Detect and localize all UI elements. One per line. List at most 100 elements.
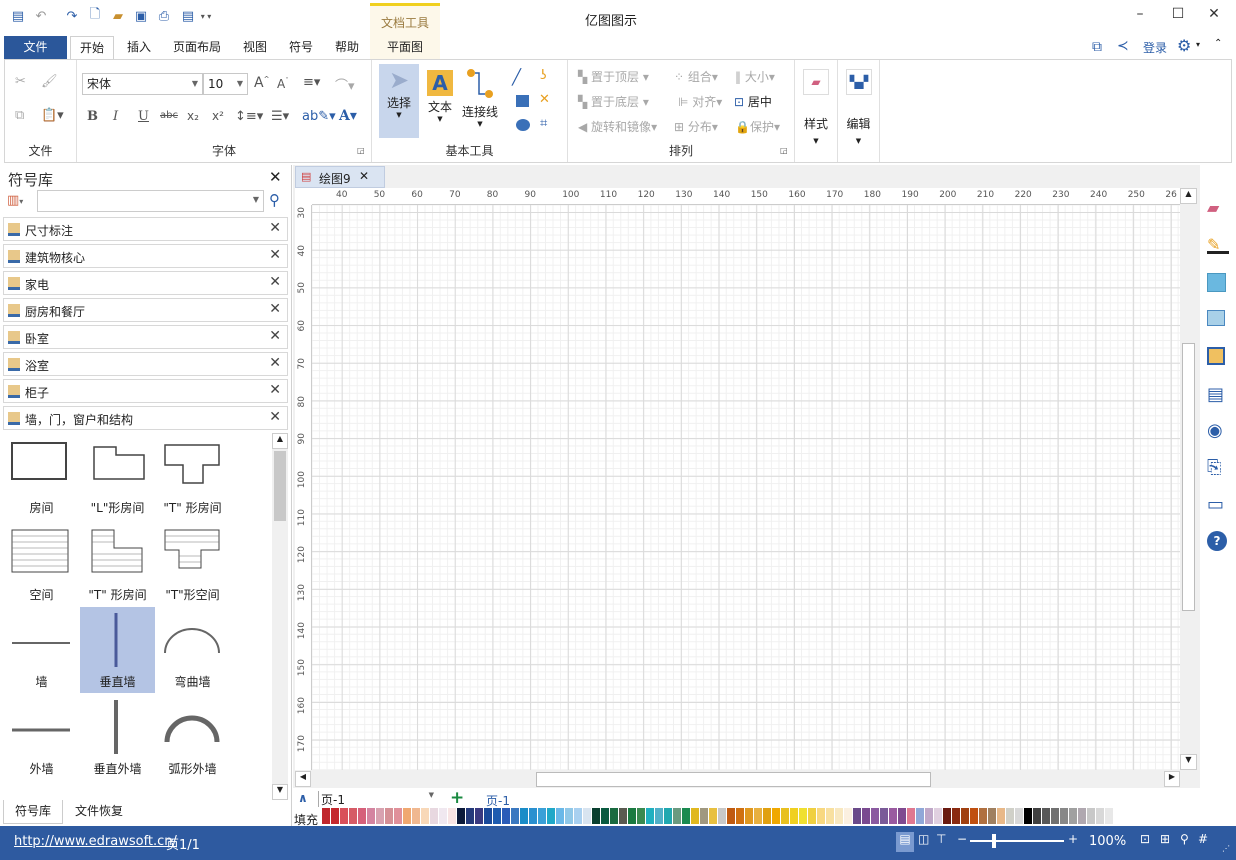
color-swatch[interactable]: [691, 808, 700, 824]
color-swatch[interactable]: [376, 808, 385, 824]
color-swatch[interactable]: [331, 808, 340, 824]
zoom-tool-icon[interactable]: ⚲: [1180, 832, 1189, 846]
font-name-select[interactable]: 宋体 ▼: [82, 73, 203, 95]
color-swatch[interactable]: [367, 808, 376, 824]
color-swatch[interactable]: [682, 808, 691, 824]
login-link[interactable]: 登录: [1143, 39, 1167, 56]
size-button[interactable]: ‖ 大小▾: [735, 68, 775, 85]
bullets-icon[interactable]: ☰▾: [271, 109, 289, 124]
zoom-level[interactable]: 100%: [1089, 834, 1126, 849]
color-swatch[interactable]: [1033, 808, 1042, 824]
grow-font-icon[interactable]: A^: [254, 75, 269, 91]
library-category[interactable]: 柜子 ✕: [3, 379, 288, 403]
close-category-icon[interactable]: ✕: [269, 220, 281, 236]
edit-button[interactable]: ▚▞ 编辑 ▼: [838, 60, 880, 162]
tab-insert[interactable]: 插入: [118, 36, 160, 60]
color-swatch[interactable]: [961, 808, 970, 824]
color-swatch[interactable]: [637, 808, 646, 824]
color-swatch[interactable]: [871, 808, 880, 824]
color-swatch[interactable]: [403, 808, 412, 824]
color-swatch[interactable]: [664, 808, 673, 824]
horizontal-scrollbar[interactable]: ◀ ▶: [295, 771, 1180, 788]
vertical-scrollbar[interactable]: ▲ ▼: [1180, 188, 1197, 770]
color-swatch[interactable]: [421, 808, 430, 824]
close-category-icon[interactable]: ✕: [269, 328, 281, 344]
shape-space[interactable]: 空间: [4, 520, 79, 606]
color-swatch[interactable]: [988, 808, 997, 824]
document-tab[interactable]: ▤ 绘图9 ✕: [295, 166, 385, 188]
protect-button[interactable]: 🔒保护▾: [735, 118, 780, 135]
library-category[interactable]: 墙，门，窗户和结构 ✕: [3, 406, 288, 430]
color-swatch[interactable]: [430, 808, 439, 824]
page-view-icon[interactable]: ▤: [896, 832, 914, 852]
superscript-icon[interactable]: x²: [212, 109, 224, 123]
highlight-icon[interactable]: ab✎▾: [302, 109, 336, 124]
color-swatch[interactable]: [808, 808, 817, 824]
color-swatch[interactable]: [853, 808, 862, 824]
color-swatch[interactable]: [943, 808, 952, 824]
color-swatch[interactable]: [889, 808, 898, 824]
library-menu-icon[interactable]: ▥▾: [7, 193, 23, 208]
color-swatch[interactable]: [1069, 808, 1078, 824]
tab-file[interactable]: 文件: [4, 36, 67, 60]
ellipse-tool-icon[interactable]: [516, 119, 530, 131]
color-swatch[interactable]: [439, 808, 448, 824]
color-swatch[interactable]: [745, 808, 754, 824]
color-swatch[interactable]: [601, 808, 610, 824]
align-icon[interactable]: ≡▾: [303, 75, 320, 90]
color-swatch[interactable]: [790, 808, 799, 824]
page-properties-icon[interactable]: ▤: [1207, 384, 1229, 406]
fill-icon[interactable]: ▰: [1207, 198, 1229, 220]
color-swatch[interactable]: [493, 808, 502, 824]
rotate-mirror-button[interactable]: ◀ 旋转和镜像▾: [578, 118, 657, 135]
color-swatch[interactable]: [718, 808, 727, 824]
color-swatch[interactable]: [646, 808, 655, 824]
color-swatch[interactable]: [520, 808, 529, 824]
copy-icon[interactable]: ⧉: [15, 108, 24, 123]
shape-exterior-wall[interactable]: 外墙: [4, 694, 79, 780]
color-swatch[interactable]: [898, 808, 907, 824]
shrink-font-icon[interactable]: Aˇ: [277, 77, 289, 91]
close-document-tab-icon[interactable]: ✕: [359, 169, 369, 183]
color-swatch[interactable]: [925, 808, 934, 824]
hyperlink-icon[interactable]: ◉: [1207, 420, 1229, 442]
zoom-in-icon[interactable]: +: [1068, 832, 1078, 846]
undo-icon[interactable]: ↶: [33, 8, 49, 24]
align-button[interactable]: ⊫ 对齐▾: [678, 93, 722, 110]
group-button[interactable]: ⁘ 组合▾: [674, 68, 718, 85]
share-icon[interactable]: ≺: [1117, 38, 1129, 54]
color-swatch[interactable]: [1105, 808, 1114, 824]
distribute-button[interactable]: ⊞ 分布▾: [674, 118, 718, 135]
shape-vertical-wall[interactable]: 垂直墙: [80, 607, 155, 693]
line-tool-icon[interactable]: ╱: [512, 68, 521, 86]
color-swatch[interactable]: [772, 808, 781, 824]
library-category[interactable]: 厨房和餐厅 ✕: [3, 298, 288, 322]
fit-page-icon[interactable]: ⊡: [1140, 832, 1150, 846]
format-painter-icon[interactable]: 🖌: [41, 74, 58, 89]
print-icon[interactable]: ⎙: [156, 8, 172, 24]
shadow-icon[interactable]: [1207, 273, 1226, 292]
color-swatch[interactable]: [880, 808, 889, 824]
comment-icon[interactable]: ▭: [1207, 494, 1229, 516]
tab-page-layout[interactable]: 页面布局: [164, 36, 230, 60]
presentation-view-icon[interactable]: ⊤: [936, 832, 946, 846]
style-button[interactable]: ▰ 样式 ▼: [795, 60, 838, 162]
layers-icon[interactable]: [1207, 347, 1225, 365]
color-swatch[interactable]: [970, 808, 979, 824]
search-icon[interactable]: ⚲: [269, 191, 280, 209]
color-swatch[interactable]: [358, 808, 367, 824]
color-swatch[interactable]: [583, 808, 592, 824]
color-swatch[interactable]: [619, 808, 628, 824]
color-swatch[interactable]: [952, 808, 961, 824]
library-category[interactable]: 建筑物核心 ✕: [3, 244, 288, 268]
color-swatch[interactable]: [979, 808, 988, 824]
cut-icon[interactable]: ✂: [15, 74, 26, 89]
color-swatch[interactable]: [736, 808, 745, 824]
shape-t-space[interactable]: "T"形空间: [155, 520, 230, 606]
customize-dropdown-icon[interactable]: ▾ ▾: [198, 8, 214, 24]
color-swatch[interactable]: [673, 808, 682, 824]
color-swatch[interactable]: [628, 808, 637, 824]
strikethrough-icon[interactable]: abc: [160, 110, 178, 121]
paste-icon[interactable]: 📋▾: [41, 108, 64, 123]
crop-tool-icon[interactable]: ⌗: [540, 116, 547, 131]
